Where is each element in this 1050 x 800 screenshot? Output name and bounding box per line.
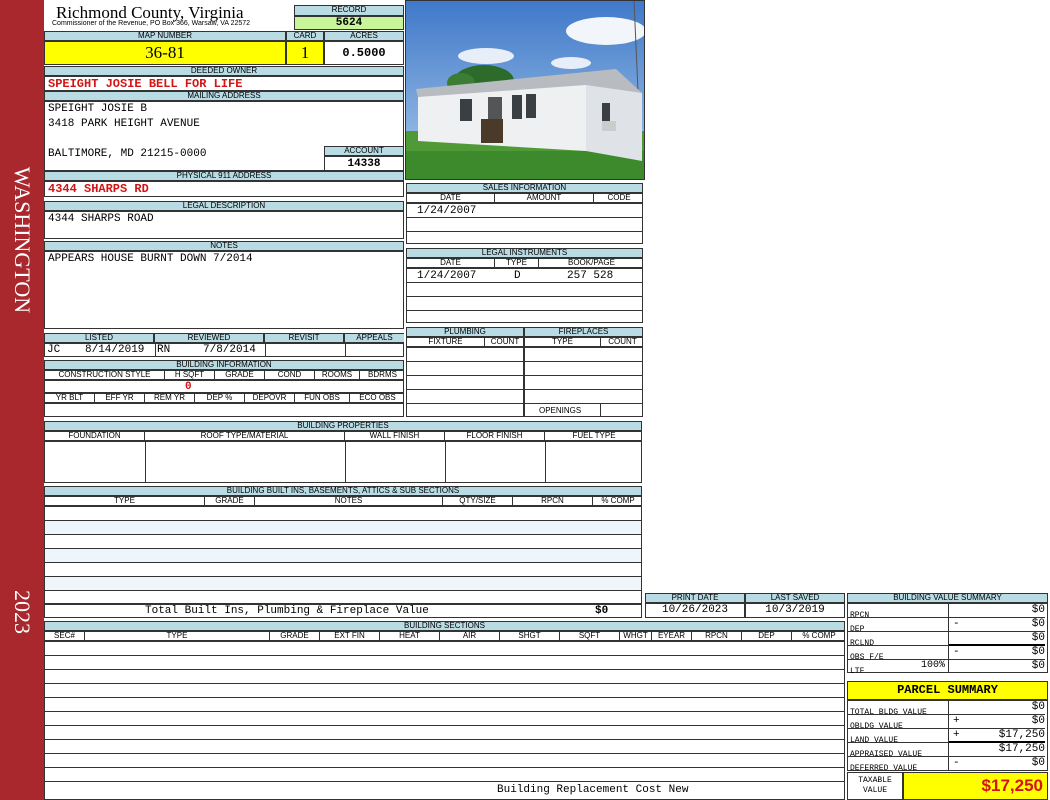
building-info-headers-2: YR BLT EFF YR REM YR DEP % DEPOVR FUN OB… [44,393,404,403]
last-saved-value: 10/3/2019 [745,603,845,618]
reviewed-by: RN [157,344,171,356]
hsqft-value: 0 [185,381,192,393]
built-ins-title: BUILDING BUILT INS, BASEMENTS, ATTICS & … [44,486,642,496]
bvs-rclnd-value: $0 [1031,632,1045,644]
legal-instruments-table: 1/24/2007 D 257 528 [406,268,643,323]
review-header: LISTED REVIEWED REVISIT APPEALS [44,333,404,343]
deeded-owner-label: DEEDED OWNER [44,66,404,76]
instrument-book-page: 257 528 [567,270,614,282]
building-sections-table: Building Replacement Cost New [44,641,845,800]
district-name: WASHINGTON [10,166,35,314]
physical-address-label: PHYSICAL 911 ADDRESS [44,171,404,181]
taxable-value: $17,250 [903,772,1048,800]
appraised-value: $17,250 [998,743,1045,755]
last-saved-label: LAST SAVED [745,593,845,603]
building-info-headers-1: CONSTRUCTION STYLE H SQFT GRADE COND ROO… [44,370,404,380]
mailing-line-3: BALTIMORE, MD 21215-0000 [48,148,207,160]
acres-label: ACRES [324,31,404,41]
listed-by: JC [47,344,61,356]
parcel-summary-title: PARCEL SUMMARY [847,681,1048,700]
legal-instruments-title: LEGAL INSTRUMENTS [406,248,643,258]
built-ins-total-row: Total Built Ins, Plumbing & Fireplace Va… [44,604,642,618]
land-value: $17,250 [998,729,1045,741]
bvs-dep-value: $0 [1031,618,1045,630]
record-label: RECORD [294,5,404,16]
bvs-obs-value: $0 [1031,646,1045,658]
plumbing-title: PLUMBING [406,327,524,337]
plumbing-table [406,347,524,417]
tax-year: 2023 [10,590,35,634]
building-properties-values [44,441,642,483]
print-date-value: 10/26/2023 [645,603,745,618]
sales-headers: DATE AMOUNT CODE [406,193,643,203]
map-number-value: 36-81 [44,41,286,65]
mailing-line-1: SPEIGHT JOSIE B [48,103,148,115]
bvs-rpcn-value: $0 [1031,604,1045,616]
listed-date: 8/14/2019 [85,344,145,356]
parcel-summary-table: TOTAL BLDG VALUE OBLDG VALUE LAND VALUE … [847,700,1048,773]
legal-description-value: 4344 SHARPS ROAD [44,211,404,239]
review-values: JC 8/14/2019 RN 7/8/2014 [44,343,404,357]
print-date-label: PRINT DATE [645,593,745,603]
house-photo-image [406,1,644,179]
fireplaces-headers: TYPE COUNT [524,337,643,347]
appeals-header: APPEALS [344,333,404,343]
fireplaces-table: OPENINGS [524,347,643,417]
built-ins-total-value: $0 [595,605,609,617]
openings-label: OPENINGS [539,406,582,415]
obldg-value: $0 [1031,715,1045,727]
card-value: 1 [286,41,324,65]
map-number-label: MAP NUMBER [44,31,286,41]
sales-table: 1/24/2007 [406,203,643,244]
ltf-percent: 100% [920,660,945,671]
deeded-owner-value: SPEIGHT JOSIE BELL FOR LIFE [44,76,404,91]
listed-header: LISTED [44,333,154,343]
physical-address-value: 4344 SHARPS RD [44,181,404,197]
account-label: ACCOUNT [324,146,404,156]
mailing-address-label: MAILING ADDRESS [44,91,404,101]
notes-label: NOTES [44,241,404,251]
bvs-table: RPCN DEP RCLND OBS F/E LTF 100% $0 - $0 $… [847,603,1048,676]
building-info-values-2 [44,403,404,417]
record-value: 5624 [294,16,404,30]
building-sections-footer: Building Replacement Cost New [497,784,689,796]
sale-date: 1/24/2007 [417,205,477,217]
instrument-type: D [514,270,521,282]
built-ins-headers: TYPE GRADE NOTES QTY/SIZE RPCN % COMP [44,496,642,506]
district-sidebar: WASHINGTON 2023 [0,0,44,800]
mailing-line-2: 3418 PARK HEIGHT AVENUE [48,118,200,130]
notes-value: APPEARS HOUSE BURNT DOWN 7/2014 [44,251,404,329]
instrument-date: 1/24/2007 [417,270,477,282]
legal-instruments-headers: DATE TYPE BOOK/PAGE [406,258,643,268]
built-ins-total-label: Total Built Ins, Plumbing & Fireplace Va… [145,605,429,617]
building-info-values-1: 0 [44,380,404,393]
sales-title: SALES INFORMATION [406,183,643,193]
account-value: 14338 [324,156,404,171]
total-bldg-value: $0 [1031,701,1045,713]
built-ins-table [44,506,642,604]
acres-value: 0.5000 [324,41,404,65]
deferred-value: $0 [1031,757,1045,769]
fireplaces-title: FIREPLACES [524,327,643,337]
taxable-label: TAXABLE VALUE [847,772,903,800]
building-info-title: BUILDING INFORMATION [44,360,404,370]
property-photo [405,0,645,180]
legal-description-label: LEGAL DESCRIPTION [44,201,404,211]
reviewed-date: 7/8/2014 [203,344,256,356]
building-sections-title: BUILDING SECTIONS [44,621,845,631]
building-properties-headers: FOUNDATION ROOF TYPE/MATERIAL WALL FINIS… [44,431,642,441]
plumbing-headers: FIXTURE COUNT [406,337,524,347]
building-sections-headers: SEC# TYPE GRADE EXT FIN HEAT AIR SHGT SQ… [44,631,845,641]
building-properties-title: BUILDING PROPERTIES [44,421,642,431]
commissioner-address: Commissioner of the Revenue, PO Box 366,… [52,20,251,27]
bvs-ltf-value: $0 [1031,660,1045,672]
bvs-title: BUILDING VALUE SUMMARY [847,593,1048,603]
revisit-header: REVISIT [264,333,344,343]
card-label: CARD [286,31,324,41]
reviewed-header: REVIEWED [154,333,264,343]
